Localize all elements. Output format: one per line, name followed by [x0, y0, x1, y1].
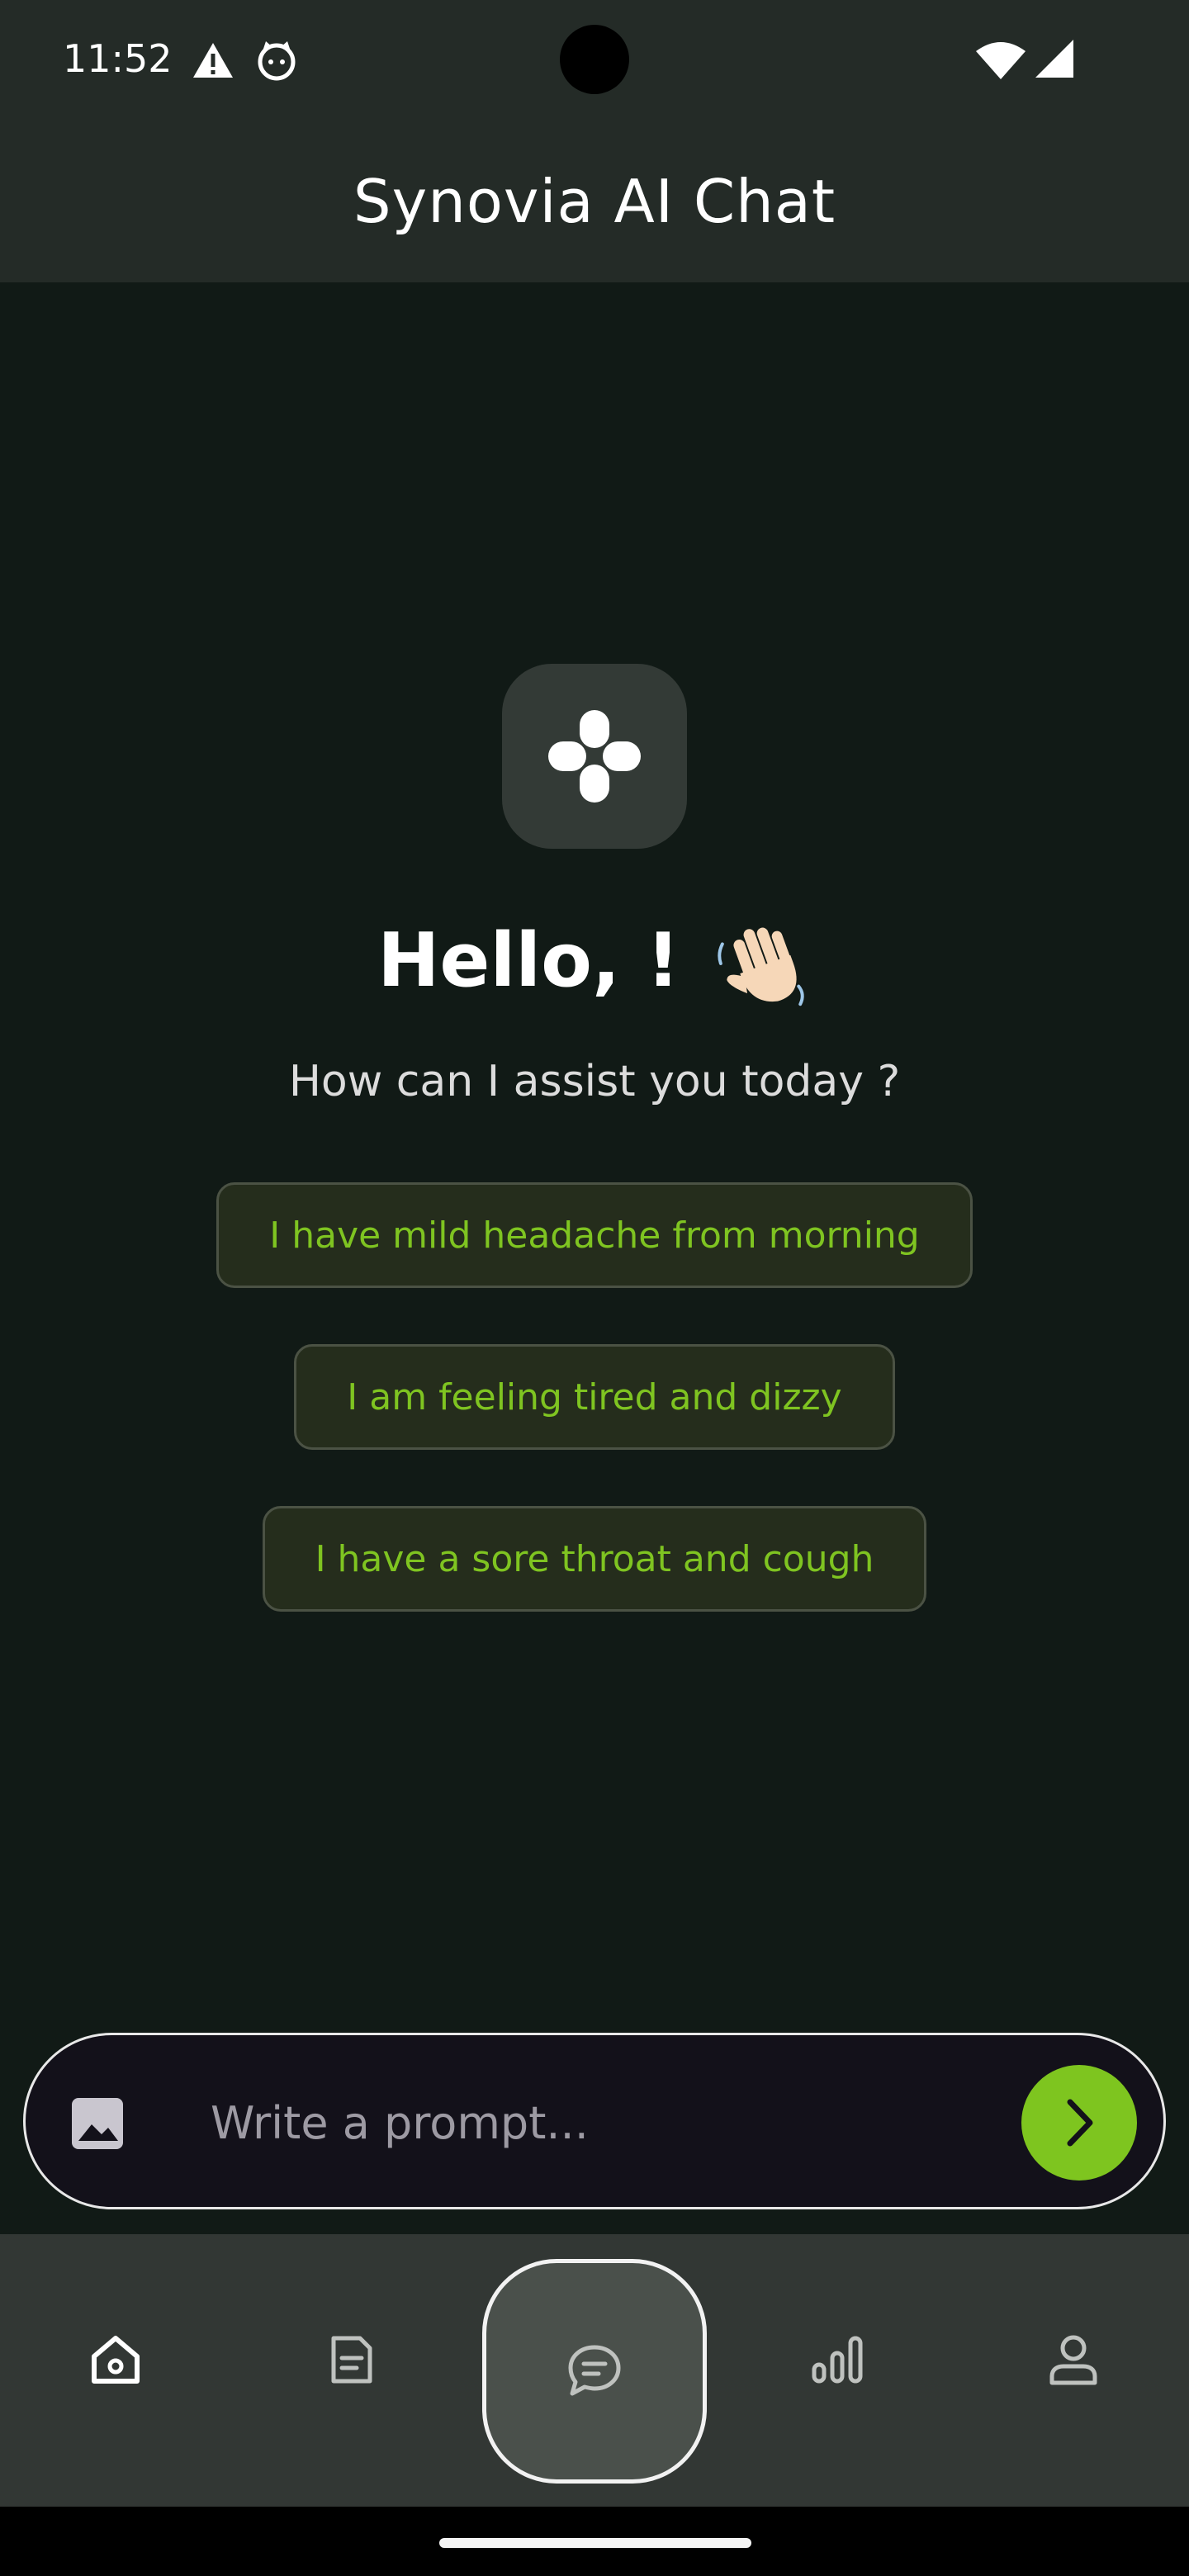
prompt-input[interactable]: [209, 2085, 1005, 2161]
chat-icon: [568, 2345, 621, 2396]
status-time: 11:52: [63, 36, 173, 81]
nav-chat[interactable]: [482, 2259, 707, 2484]
greeting-text: Hello, !: [377, 916, 680, 1004]
status-bar: 11:52: [0, 0, 1189, 124]
assist-subtitle: How can I assist you today ?: [288, 1057, 901, 1106]
send-button[interactable]: [1021, 2065, 1137, 2181]
cell-signal-icon: [1035, 40, 1073, 78]
wifi-icon: [976, 42, 1026, 79]
app-header: Synovia AI Chat: [0, 124, 1189, 282]
home-gesture-handle[interactable]: [439, 2538, 751, 2548]
gesture-area: [0, 2507, 1189, 2576]
greeting-heading: Hello, !: [0, 916, 1189, 1014]
suggestion-chip-tired[interactable]: I am feeling tired and dizzy: [294, 1344, 895, 1450]
nav-reports[interactable]: [286, 2234, 418, 2507]
bottom-nav: [0, 2234, 1189, 2507]
warning-icon: [193, 43, 233, 78]
suggestion-chip-headache[interactable]: I have mild headache from morning: [216, 1182, 973, 1288]
chevron-right-icon: [1067, 2099, 1093, 2147]
cat-notification-icon: [258, 41, 296, 81]
stats-icon: [812, 2336, 863, 2384]
nav-home[interactable]: [50, 2234, 182, 2507]
home-icon: [92, 2336, 140, 2384]
image-icon[interactable]: [69, 2095, 126, 2152]
nav-stats[interactable]: [771, 2234, 903, 2507]
page-title: Synovia AI Chat: [353, 167, 836, 236]
document-icon: [331, 2336, 372, 2384]
app-logo: [502, 664, 687, 849]
camera-cutout: [560, 25, 629, 94]
waving-hand-icon: [718, 927, 804, 1006]
chat-screen: 11:52 Synovia AI Chat Hello, ! How can I…: [0, 0, 1189, 2576]
suggestion-chip-throat[interactable]: I have a sore throat and cough: [263, 1506, 926, 1612]
nav-profile[interactable]: [1007, 2234, 1139, 2507]
profile-icon: [1049, 2335, 1097, 2385]
sparkle-plus-icon: [548, 710, 641, 803]
prompt-bar: [23, 2033, 1166, 2209]
